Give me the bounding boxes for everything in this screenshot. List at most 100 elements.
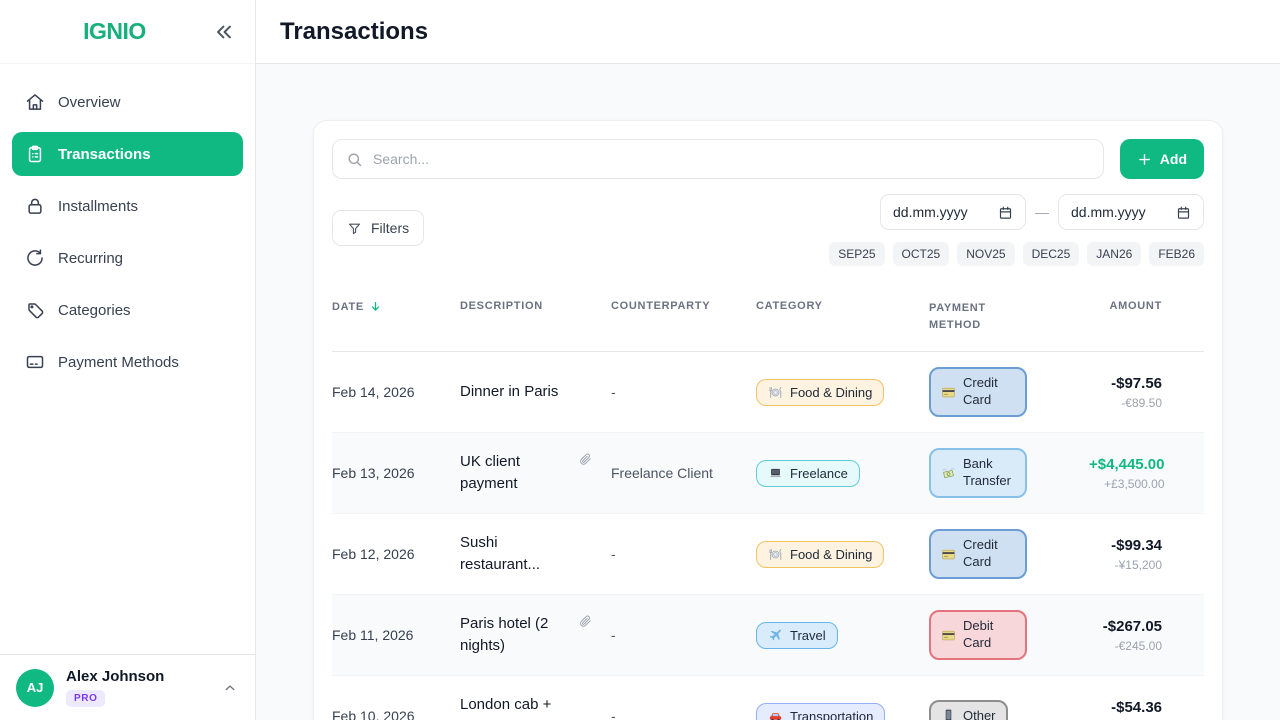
transaction-description: UK client payment [460,451,611,495]
amount-primary: -$97.56 [1111,374,1162,392]
transaction-counterparty: Freelance Client [611,464,713,481]
lock-icon [25,196,45,216]
transaction-date: Feb 12, 2026 [332,546,415,562]
table-row[interactable]: Feb 11, 2026 Paris hotel (2 nights) - Trave… [332,595,1204,676]
home-icon [25,92,45,112]
sidebar-item-label: Transactions [58,145,151,163]
date-from-value: dd.mm.yyyy [893,204,968,220]
tag-icon [25,300,45,320]
sidebar-item-label: Recurring [58,249,124,267]
transaction-counterparty: - [611,545,616,562]
main-area: Transactions Add [256,0,1280,720]
chevrons-left-icon [211,19,237,45]
transaction-date: Feb 13, 2026 [332,465,415,481]
column-header-counterparty[interactable]: COUNTERPARTY [611,300,756,312]
sidebar-item-overview[interactable]: Overview [12,80,243,124]
date-to-input[interactable]: dd.mm.yyyy [1058,194,1204,230]
date-from-input[interactable]: dd.mm.yyyy [880,194,1026,230]
column-header-category[interactable]: CATEGORY [756,300,929,312]
table-body: Feb 14, 2026 Dinner in Paris - Food & Dinin… [332,352,1204,720]
sidebar-item-transactions[interactable]: Transactions [12,132,243,176]
transactions-table: DATE DESCRIPTION COUNTERPARTY CATEGORY PAYME… [332,284,1204,720]
plan-badge: PRO [66,690,106,707]
transaction-description: Dinner in Paris [460,383,559,401]
date-to-value: dd.mm.yyyy [1071,204,1146,220]
calendar-icon [1176,205,1191,220]
sidebar-item-payment-methods[interactable]: Payment Methods [12,340,243,384]
laptop-icon [768,466,783,481]
add-button[interactable]: Add [1119,139,1204,179]
payment-method-chip: Credit Card [929,367,1027,417]
filters-button[interactable]: Filters [332,210,425,246]
sidebar-item-installments[interactable]: Installments [12,184,243,228]
user-name: Alex Johnson [66,668,165,685]
toolbar: Add [332,139,1204,179]
category-cell: Freelance [756,459,929,487]
amount-secondary: +£3,500.00 [1104,476,1165,491]
arrow-down-icon [369,300,382,313]
sidebar-item-label: Overview [58,93,121,111]
table-row[interactable]: Feb 10, 2026 London cab + lunch - Transport… [332,676,1204,720]
card-icon [941,628,956,643]
sidebar-nav: Overview Transactions Installments Recurrin… [0,64,255,400]
food-icon [768,385,783,400]
phone-icon [941,708,956,720]
payment-method-cell: Debit Card [929,610,1089,660]
card-icon [941,547,956,562]
sidebar-item-recurring[interactable]: Recurring [12,236,243,280]
page-title: Transactions [280,17,429,45]
column-header-date[interactable]: DATE [332,300,460,313]
category-chip: Transportation [756,702,886,720]
month-chip-jan26[interactable]: JAN26 [1087,242,1142,266]
sidebar-item-label: Categories [58,301,131,319]
table-row[interactable]: Feb 13, 2026 UK client payment Freelance C… [332,433,1204,514]
user-menu[interactable]: AJ Alex Johnson PRO [0,654,255,720]
amount-primary: -$54.36 [1111,698,1162,716]
transaction-counterparty: - [611,383,616,400]
calendar-icon [998,205,1013,220]
transaction-date: Feb 11, 2026 [332,627,414,643]
filters-row: Filters dd.mm.yyyy — dd.mm.yyyy SEP25 OC… [332,194,1204,266]
table-row[interactable]: Feb 12, 2026 Sushi restaurant... - Food & D… [332,514,1204,595]
payment-method-chip: Other [929,699,1008,720]
column-header-amount[interactable]: AMOUNT [1089,300,1204,312]
sidebar-item-categories[interactable]: Categories [12,288,243,332]
month-chip-feb26[interactable]: FEB26 [1149,242,1204,266]
month-chip-oct25[interactable]: OCT25 [892,242,950,266]
clipboard-icon [25,144,45,164]
payment-method-chip: Debit Card [929,610,1027,660]
amount-cell: -$99.34 -¥15,200 [1089,537,1204,572]
payment-method-chip: Bank Transfer [929,448,1027,498]
airplane-icon [768,628,783,643]
category-chip: Food & Dining [756,378,885,406]
sidebar: IGNIO Overview Transactions Installments Re… [0,0,256,720]
column-header-payment-method[interactable]: PAYMENT METHOD [929,300,1089,333]
search-box [332,139,1104,179]
page-header: Transactions [256,0,1280,64]
card-icon [941,385,956,400]
amount-primary: -$267.05 [1102,617,1162,635]
month-chip-dec25[interactable]: DEC25 [1022,242,1080,266]
transaction-description: Paris hotel (2 nights) [460,613,611,657]
sidebar-collapse-button[interactable] [211,19,237,45]
refresh-icon [25,248,45,268]
month-chip-sep25[interactable]: SEP25 [829,242,885,266]
transaction-counterparty: - [611,626,616,643]
category-cell: Travel [756,621,929,649]
transaction-date: Feb 10, 2026 [332,708,415,720]
payment-method-cell: Other [929,699,1089,720]
search-icon [346,151,363,168]
sidebar-item-label: Installments [58,197,139,215]
table-row[interactable]: Feb 14, 2026 Dinner in Paris - Food & Dinin… [332,352,1204,433]
filters-button-label: Filters [371,220,410,236]
food-icon [768,547,783,562]
paperclip-icon [578,452,592,466]
amount-secondary: -¥15,200 [1114,557,1162,572]
month-chip-nov25[interactable]: NOV25 [957,242,1015,266]
payment-method-cell: Credit Card [929,529,1089,579]
search-input[interactable] [373,151,1090,167]
transaction-description: London cab + lunch [460,696,552,720]
amount-secondary: -€89.50 [1121,395,1162,410]
column-header-description[interactable]: DESCRIPTION [460,300,611,312]
transaction-description: Sushi restaurant... [460,534,541,573]
